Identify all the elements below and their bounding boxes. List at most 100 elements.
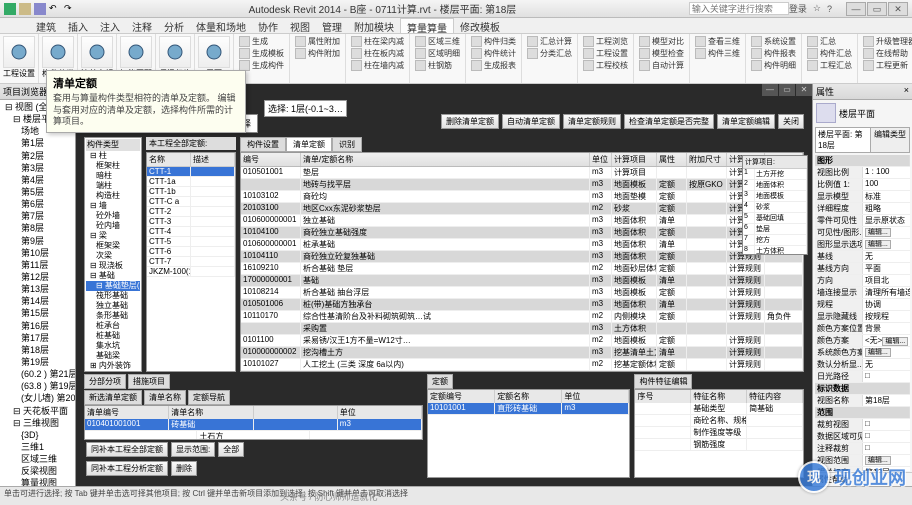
menu-tab[interactable]: 附加模块 [348, 18, 400, 33]
ribbon-item[interactable]: 构件附加 [293, 48, 342, 59]
table-row[interactable]: 钢筋强度 [635, 439, 803, 451]
ribbon-gear-button[interactable] [3, 36, 35, 68]
menu-tab[interactable]: 注入 [94, 18, 126, 33]
bl-subtab[interactable]: 清单名称 [144, 390, 186, 405]
property-row[interactable]: 显示隐藏线按规程 [815, 311, 910, 323]
tree-item[interactable]: 第8层 [1, 222, 74, 234]
property-row[interactable]: 零件可见性显示原状态 [815, 215, 910, 227]
table-row[interactable]: 土石方 [85, 431, 422, 440]
sub-tab[interactable]: 构件设置 [240, 137, 286, 152]
calc-row[interactable]: 3地面模板 [743, 191, 807, 202]
ribbon-item[interactable]: 系统设置 [749, 36, 798, 47]
table-row[interactable]: 010501001垫层m3计算项目 计算规则 [241, 167, 803, 179]
close-button[interactable]: ✕ [888, 2, 908, 16]
undo-icon[interactable]: ↶ [49, 3, 61, 15]
ribbon-item[interactable]: 柱在梁内减 [349, 36, 406, 47]
tree-item[interactable]: 反梁视图 [1, 465, 74, 477]
ribbon-item[interactable]: 查看三维 [693, 36, 742, 47]
component-tree-item[interactable]: ⊞ 门窗 [86, 371, 140, 372]
table-row[interactable]: 010401001001砖基础m3 [85, 419, 422, 431]
component-tree-item[interactable]: 桩基础 [86, 331, 140, 341]
property-row[interactable]: 系统颜色方案编辑... [815, 347, 910, 359]
ribbon-item[interactable]: 区域明细 [413, 48, 462, 59]
action-button[interactable]: 清单定额编辑 [717, 114, 775, 129]
calc-row[interactable]: 1土方开挖 [743, 169, 807, 180]
tree-item[interactable]: 第11层 [1, 259, 74, 271]
component-tree-item[interactable]: ⊟ 梁 [86, 231, 140, 241]
ribbon-item[interactable]: 生成模板 [237, 48, 286, 59]
menu-tab[interactable]: 修改模板 [454, 18, 506, 33]
table-row[interactable]: CTT-C a [147, 197, 235, 207]
component-tree-item[interactable]: 筏形基础 [86, 291, 140, 301]
tree-item[interactable]: (女儿墙) 第20层 [1, 392, 74, 404]
quota-table[interactable]: 名称描述CTT-1CTT-1aCTT-1bCTT-C aCTT-2CTT-3CT… [146, 152, 236, 372]
menu-tab[interactable]: 分析 [158, 18, 190, 33]
property-row[interactable]: 详细程度粗略 [815, 203, 910, 215]
calc-row[interactable]: 6垫层 [743, 224, 807, 235]
tree-item[interactable]: {3D} [1, 429, 74, 441]
bl-subtab[interactable]: 新选清单定额 [84, 390, 142, 405]
ribbon-item[interactable]: 构件明细 [749, 60, 798, 71]
ribbon-item[interactable]: 自动计算 [637, 60, 686, 71]
ribbon-item[interactable]: 工程更新 [861, 60, 912, 71]
action-button[interactable]: 关闭 [778, 114, 804, 129]
table-row[interactable]: 10101027人工挖土 (三类 深度 6a以内)m2挖基定额体积定额计算规则 [241, 359, 803, 371]
table-row[interactable]: 20103100地区Cxx东泥砂浆垫层m2砂浆定额计算规则 [241, 203, 803, 215]
action-button[interactable]: 自动清单定额 [502, 114, 560, 129]
table-row[interactable]: 010600000001独立基础m3地面体积清单计算规则 [241, 215, 803, 227]
table-row[interactable]: 010600000001桩承基础m3地面体积清单计算规则 [241, 239, 803, 251]
property-row[interactable]: 视图名称第18层 [815, 395, 910, 407]
table-row[interactable]: 商砼名称、规格 [635, 415, 803, 427]
table-row[interactable]: 10103102商砼均m3地面垫模定额计算规则 [241, 191, 803, 203]
ribbon-gear-blue-button[interactable] [81, 36, 113, 68]
ribbon-item[interactable]: 工程设置 [581, 48, 630, 59]
property-row[interactable]: 显示模型标准 [815, 191, 910, 203]
tree-item[interactable]: 算量视图 [1, 477, 74, 486]
tree-item[interactable]: 区域三维 [1, 453, 74, 465]
bl-button[interactable]: 全部 [218, 442, 244, 457]
ribbon-item[interactable]: 构件归类 [469, 36, 518, 47]
menu-tab[interactable]: 管理 [316, 18, 348, 33]
component-tree-item[interactable]: ⊟ 柱 [86, 151, 140, 161]
tree-item[interactable]: 第6层 [1, 198, 74, 210]
component-tree-item[interactable]: 集水坑 [86, 341, 140, 351]
menu-tab[interactable]: 注释 [126, 18, 158, 33]
app-icon[interactable] [4, 3, 16, 15]
tree-item[interactable]: 第4层 [1, 174, 74, 186]
menu-tab[interactable]: 插入 [62, 18, 94, 33]
tree-item[interactable]: 第19层 [1, 356, 74, 368]
ribbon-item[interactable]: 柱钢筋 [413, 60, 462, 71]
component-tree-item[interactable]: ⊟ 基础垫层(桩承台) [86, 281, 140, 291]
ribbon-item[interactable]: 模型检查 [637, 48, 686, 59]
calc-row[interactable]: 7挖方 [743, 235, 807, 246]
tree-item[interactable]: 第17层 [1, 332, 74, 344]
calc-row[interactable]: 8土方体积 [743, 246, 807, 255]
ribbon-drop-button[interactable] [159, 36, 191, 68]
redo-icon[interactable]: ↷ [64, 3, 76, 15]
property-row[interactable]: 可见性/图形...编辑... [815, 227, 910, 239]
bl-subtab[interactable]: 定额导航 [188, 390, 230, 405]
table-row[interactable]: CTT-6 [147, 247, 235, 257]
property-row[interactable]: 墙连接显示清理所有墙连接 [815, 287, 910, 299]
project-tree[interactable]: ⊟ 视图 (全部)⊟ 楼层平面场地第1层第2层第3层第4层第5层第6层第7层第8… [0, 100, 75, 486]
bl-tab[interactable]: 分部分项 [84, 374, 126, 389]
ribbon-item[interactable]: 构件报表 [749, 48, 798, 59]
menu-tab[interactable]: 体量和场地 [190, 18, 252, 33]
property-row[interactable]: 注释裁剪□ [815, 443, 910, 455]
property-row[interactable]: 图形显示选项编辑... [815, 239, 910, 251]
table-row[interactable]: 0101100采易锈/汉王1方不量=W12寸…m2地面模板定额计算规则 [241, 335, 803, 347]
open-icon[interactable] [19, 3, 31, 15]
table-row[interactable]: 010501006桩(带)基础方独承台m3地面体积清单计算规则 [241, 299, 803, 311]
table-row[interactable]: 10110170综合性基清阶台及补料砌筑砌筑…试m2内侧模块定额计算规则角负件 [241, 311, 803, 323]
component-tree-item[interactable]: 桩承台 [86, 321, 140, 331]
component-tree-item[interactable]: 砼外墙 [86, 211, 140, 221]
calc-row[interactable]: 2地面体积 [743, 180, 807, 191]
component-tree-item[interactable]: 砼内墙 [86, 221, 140, 231]
component-tree-item[interactable]: 框架梁 [86, 241, 140, 251]
table-row[interactable]: CTT-3 [147, 217, 235, 227]
component-tree-item[interactable]: 次梁 [86, 251, 140, 261]
component-tree-item[interactable]: ⊟ 现浇板 [86, 261, 140, 271]
doc-minimize[interactable]: — [762, 84, 778, 96]
ribbon-item[interactable]: 柱在墙内减 [349, 60, 406, 71]
component-tree-item[interactable]: ⊟ 基础 [86, 271, 140, 281]
